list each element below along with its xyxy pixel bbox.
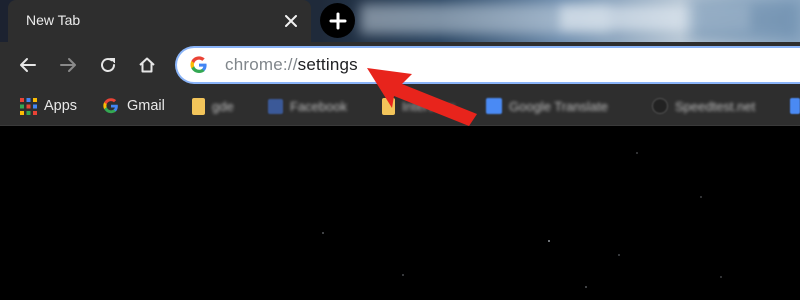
folder-icon (382, 97, 395, 115)
bookmark-label: Speedtest.net (675, 98, 756, 114)
toolbar: chrome://settings (0, 42, 800, 88)
google-g-icon (190, 56, 207, 73)
bookmark-gde[interactable]: gde (192, 95, 234, 117)
page-content (0, 126, 800, 300)
url-path: settings (297, 55, 358, 74)
bookmark-overflow-icon[interactable] (790, 98, 800, 114)
star-dot (585, 286, 587, 288)
bookmark-label: Facebook (290, 98, 348, 114)
bookmark-google-translate[interactable]: Google Translate (486, 95, 608, 117)
bookmark-label: Gmail (127, 98, 165, 114)
forward-arrow-icon (60, 58, 76, 72)
background-blur (690, 0, 800, 40)
folder-icon (192, 97, 205, 115)
bookmark-facebook[interactable]: Facebook (268, 95, 347, 117)
star-dot (548, 240, 550, 242)
forward-button[interactable] (56, 53, 80, 77)
facebook-icon (268, 98, 283, 114)
bookmark-label: Interview (402, 98, 455, 114)
star-dot (402, 274, 404, 276)
apps-grid-icon (20, 97, 37, 115)
bookmark-apps[interactable]: Apps (20, 95, 77, 117)
star-dot (700, 196, 702, 198)
address-text[interactable]: chrome://settings (225, 55, 358, 75)
bookmarks-bar: Apps Gmail gde Facebook Interview Google… (0, 88, 800, 126)
bookmark-label: Apps (44, 98, 78, 114)
google-g-icon (103, 98, 118, 114)
home-icon (139, 57, 155, 73)
tab-strip: New Tab (0, 0, 800, 42)
star-dot (322, 232, 324, 234)
bookmark-label: gde (212, 98, 234, 114)
url-scheme: chrome:// (225, 55, 298, 74)
new-tab-button[interactable] (320, 3, 355, 38)
star-dot (720, 276, 722, 278)
tab-new-tab[interactable]: New Tab (8, 0, 311, 42)
reload-button[interactable] (96, 53, 120, 77)
plus-icon (329, 12, 346, 29)
speedtest-icon (652, 98, 668, 114)
google-translate-icon (486, 98, 502, 114)
back-arrow-icon (20, 58, 36, 72)
star-dot (636, 152, 638, 154)
bookmark-speedtest[interactable]: Speedtest.net (652, 95, 755, 117)
back-button[interactable] (16, 53, 40, 77)
close-tab-icon[interactable] (279, 9, 303, 33)
bookmark-label: Google Translate (509, 98, 609, 114)
reload-icon (101, 58, 115, 72)
home-button[interactable] (135, 53, 159, 77)
bookmark-interview[interactable]: Interview (382, 95, 454, 117)
bookmark-gmail[interactable]: Gmail (102, 95, 165, 117)
address-bar[interactable]: chrome://settings (175, 46, 800, 84)
tab-title: New Tab (26, 12, 81, 28)
star-dot (618, 254, 620, 256)
